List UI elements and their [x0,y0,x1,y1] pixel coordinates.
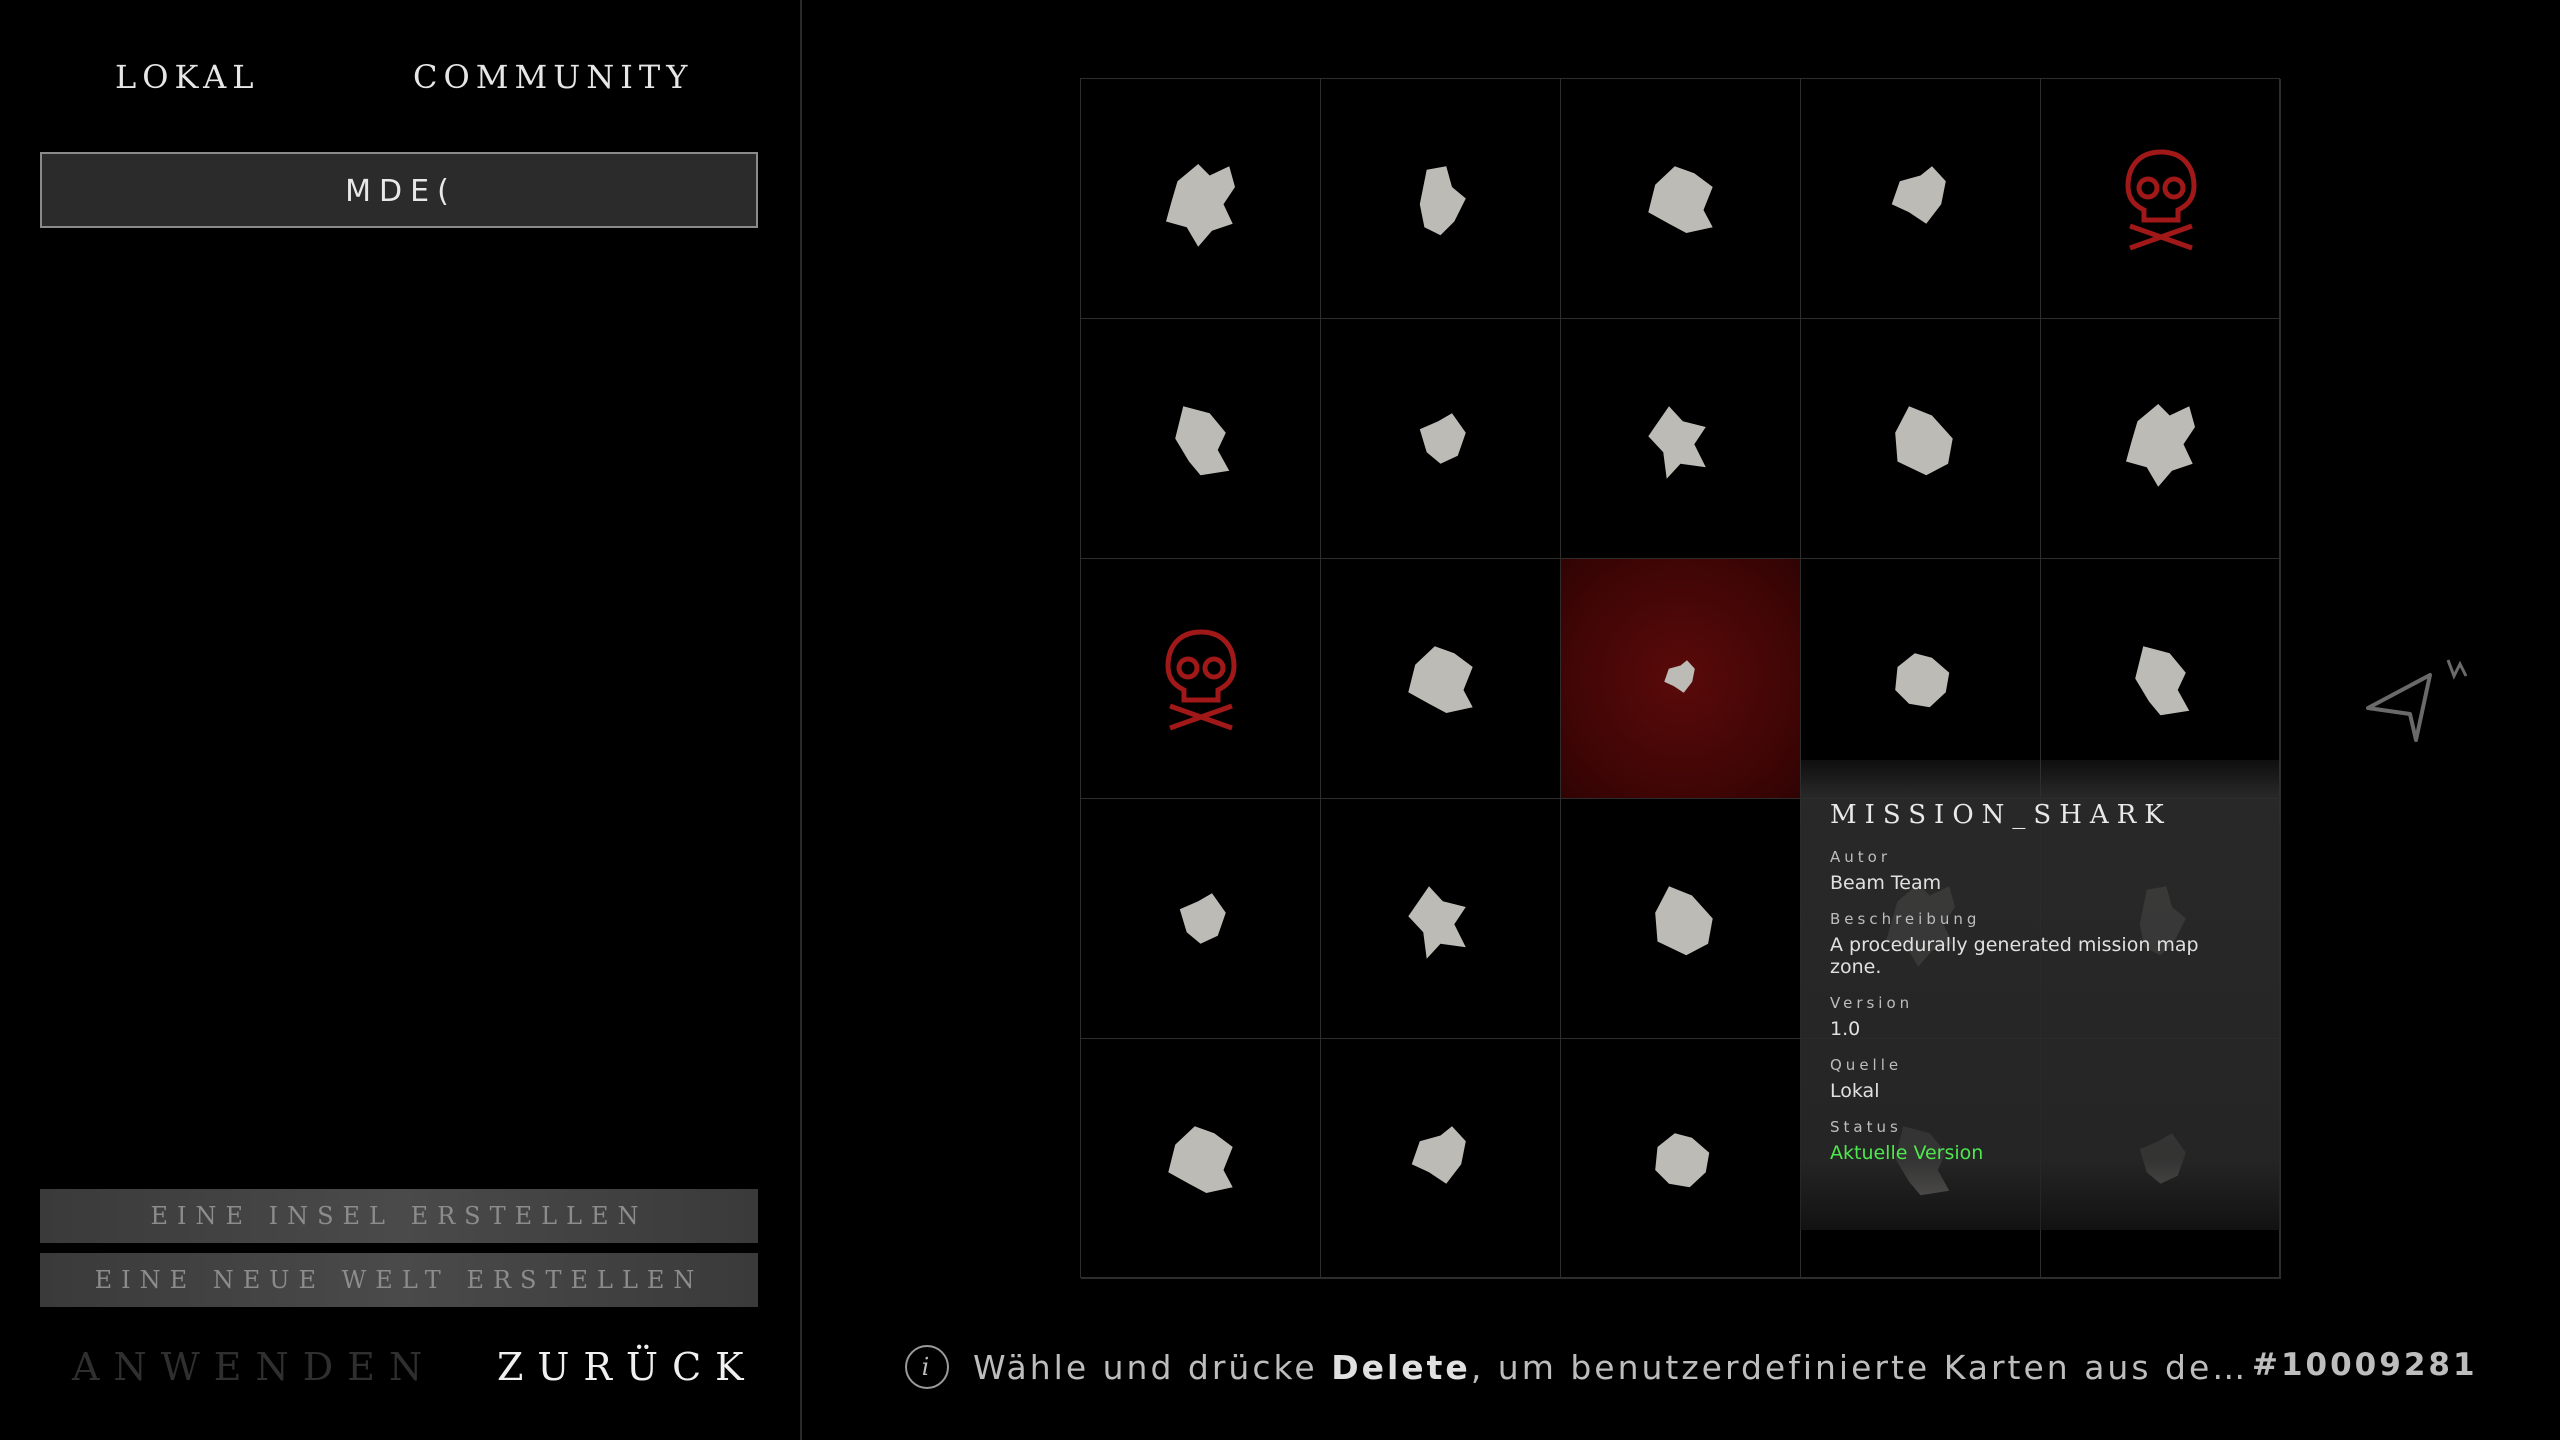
island-icon [1648,166,1713,233]
map-cell-skull[interactable] [1081,559,1321,799]
island-icon [1419,413,1466,464]
hint-key: Delete [1331,1347,1471,1387]
map-cell[interactable] [1081,319,1321,559]
tab-local[interactable]: LOKAL [115,58,259,96]
version-label: Version [1830,994,1914,1012]
search-box[interactable] [40,152,760,228]
hint-prefix: Wähle und drücke [973,1347,1332,1387]
map-cell[interactable] [1801,319,2041,559]
map-cell[interactable] [1561,79,1801,319]
island-icon [1175,406,1230,476]
map-cell[interactable] [1561,1039,1801,1279]
hint-bar: i Wähle und drücke Delete , um benutzerd… [905,1345,2248,1389]
skull-icon [2124,148,2197,250]
status-value: Aktuelle Version [1830,1142,1984,1164]
search-input[interactable] [42,154,760,228]
map-cell[interactable] [1321,799,1561,1039]
author-label: Autor [1830,848,1891,866]
info-icon: i [905,1345,949,1389]
island-icon [1895,406,1953,476]
source-label: Quelle [1830,1056,1903,1074]
map-id: #10009281 [2252,1347,2478,1383]
tooltip-title: MISSION_SHARK [1830,800,2172,830]
map-cell[interactable] [1561,559,1801,799]
create-world-button[interactable]: EINE NEUE WELT ERSTELLEN [40,1253,758,1307]
island-icon [1655,886,1713,956]
source-value: Lokal [1830,1080,1880,1102]
version-value: 1.0 [1830,1018,1861,1040]
author-value: Beam Team [1830,872,1942,894]
map-cell[interactable] [1321,319,1561,559]
island-icon [1895,653,1950,708]
map-cell-skull[interactable] [2041,79,2281,319]
island-icon [1664,660,1695,693]
description-value: A procedurally generated mission map zon… [1830,934,2199,978]
island-icon [1166,164,1235,247]
island-icon [1648,406,1706,479]
map-cell[interactable] [1321,559,1561,799]
map-cell[interactable] [1561,799,1801,1039]
map-cell[interactable] [1801,79,2041,319]
create-island-button[interactable]: EINE INSEL ERSTELLEN [40,1189,758,1243]
island-icon [2135,646,2190,716]
island-icon [1408,886,1466,959]
hint-suffix: , um benutzerdefinierte Karten aus de… [1470,1347,2249,1387]
map-cell[interactable] [1321,1039,1561,1279]
back-button[interactable]: ZURÜCK [497,1345,758,1389]
island-icon [1408,646,1473,713]
island-icon [1891,166,1946,224]
island-icon [1655,1133,1710,1188]
apply-button[interactable]: ANWENDEN [72,1345,436,1389]
map-cell[interactable] [1081,1039,1321,1279]
skull-icon [1164,628,1237,730]
island-icon [1168,1126,1233,1193]
map-cell[interactable] [1321,79,1561,319]
island-icon [1419,166,1466,236]
island-icon [1411,1126,1466,1184]
island-icon [1179,893,1226,944]
map-cell[interactable] [2041,319,2281,559]
navigation-arrow-icon[interactable] [2360,650,2480,754]
map-tooltip: MISSION_SHARK Autor Beam Team Beschreibu… [1800,760,2280,1230]
description-label: Beschreibung [1830,910,1981,928]
tab-community[interactable]: COMMUNITY [413,58,693,96]
map-cell[interactable] [1561,319,1801,559]
panel-divider [800,0,802,1440]
map-cell[interactable] [1081,799,1321,1039]
island-icon [2126,404,2195,487]
status-label: Status [1830,1118,1902,1136]
map-cell[interactable] [1081,79,1321,319]
